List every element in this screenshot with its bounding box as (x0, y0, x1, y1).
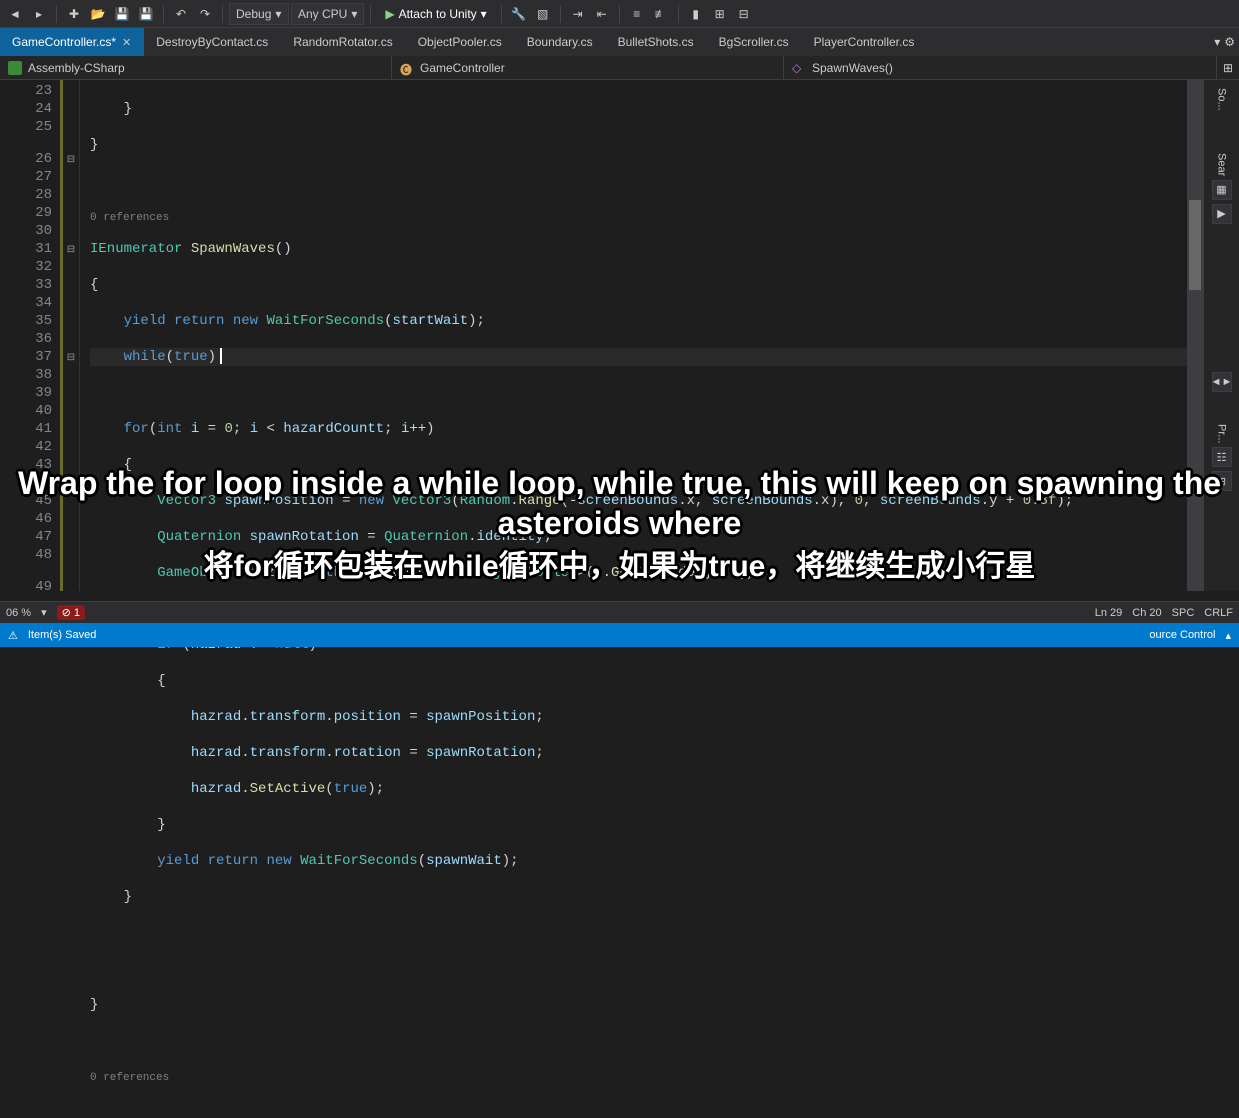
fold-icon[interactable]: ⊟ (63, 348, 79, 366)
bookmark-icon[interactable]: ▮ (685, 3, 707, 25)
method-icon: ◇ (792, 61, 806, 75)
uncomment-icon[interactable]: ≢ (650, 3, 672, 25)
navigation-bar: Assembly-CSharp 🅒 GameController ◇ Spawn… (0, 56, 1239, 80)
config-dropdown[interactable]: Debug ▾ (229, 3, 289, 25)
scrollbar-thumb[interactable] (1189, 200, 1201, 290)
new-file-icon[interactable]: ✚ (63, 3, 85, 25)
tab-label: BgScroller.cs (719, 35, 789, 49)
tab-label: DestroyByContact.cs (156, 35, 268, 49)
tab-label: Boundary.cs (527, 35, 593, 49)
save-all-icon[interactable]: 💾 (135, 3, 157, 25)
error-icon: ⊘ (62, 606, 71, 619)
line-ending: CRLF (1204, 607, 1233, 619)
zoom-dropdown-icon[interactable]: ▾ (41, 606, 47, 619)
line-gutter: 232425 2627282930 3132333435 3637383940 … (0, 80, 60, 591)
play-icon: ▶ (385, 7, 394, 21)
step-icon[interactable]: ⇤ (591, 3, 613, 25)
rail-icon[interactable]: ▶ (1212, 204, 1232, 224)
cursor-char: Ch 20 (1132, 607, 1161, 619)
csharp-icon (8, 61, 22, 75)
nav-class-label: GameController (420, 61, 505, 75)
chevron-up-icon[interactable]: ▴ (1225, 629, 1231, 642)
config-label: Debug (236, 7, 271, 21)
nav-back-icon[interactable]: ◄ (4, 3, 26, 25)
text-cursor (220, 348, 222, 364)
tab-label: BulletShots.cs (618, 35, 694, 49)
editor: 232425 2627282930 3132333435 3637383940 … (0, 80, 1239, 591)
platform-dropdown[interactable]: Any CPU ▾ (291, 3, 364, 25)
rail-icon[interactable]: ◄► (1212, 372, 1232, 392)
main-toolbar: ◄ ▸ ✚ 📂 💾 💾 ↶ ↷ Debug ▾ Any CPU ▾ ▶ Atta… (0, 0, 1239, 28)
info-bar: ⚠ Item(s) Saved ource Control ▴ (0, 623, 1239, 647)
nav-project[interactable]: Assembly-CSharp (0, 56, 392, 79)
tab-destroybycontact[interactable]: DestroyByContact.cs (144, 28, 281, 56)
tool-icon[interactable]: 🔧 (508, 3, 530, 25)
open-icon[interactable]: 📂 (87, 3, 109, 25)
tab-label: PlayerController.cs (814, 35, 915, 49)
tool-icon[interactable]: ⊟ (733, 3, 755, 25)
nav-project-label: Assembly-CSharp (28, 61, 125, 75)
status-bar: 06 % ▾ ⊘ 1 Ln 29 Ch 20 SPC CRLF (0, 601, 1239, 623)
warning-icon: ⚠ (8, 629, 18, 642)
code-view[interactable]: } } 0 references IEnumerator SpawnWaves(… (80, 80, 1187, 591)
nav-class[interactable]: 🅒 GameController (392, 56, 784, 79)
saved-status: Item(s) Saved (28, 629, 96, 641)
right-tool-rail: So... Sear ▦ ▶ ◄► Pr... ☷ ⊞ (1203, 80, 1239, 591)
comment-icon[interactable]: ≡ (626, 3, 648, 25)
rail-icon[interactable]: ▦ (1212, 180, 1232, 200)
fold-icon[interactable]: ⊟ (63, 150, 79, 168)
vertical-scrollbar[interactable] (1187, 80, 1203, 591)
undo-icon[interactable]: ↶ (170, 3, 192, 25)
chevron-down-icon: ▾ (275, 7, 281, 21)
source-control[interactable]: ource Control (1149, 629, 1215, 641)
tool-icon[interactable]: ▧ (532, 3, 554, 25)
codelens-references[interactable]: 0 references (90, 212, 169, 224)
indent-mode: SPC (1172, 607, 1195, 619)
platform-label: Any CPU (298, 7, 347, 21)
chevron-down-icon: ▾ (351, 7, 357, 21)
fold-icon[interactable]: ⊟ (63, 240, 79, 258)
tool-icon[interactable]: ⊞ (709, 3, 731, 25)
fold-column: ⊟ ⊟ ⊟ (60, 80, 80, 591)
tab-label: RandomRotator.cs (293, 35, 392, 49)
tab-bulletshots[interactable]: BulletShots.cs (606, 28, 707, 56)
tab-gamecontroller[interactable]: GameController.cs* ✕ (0, 28, 144, 56)
document-tabs: GameController.cs* ✕ DestroyByContact.cs… (0, 28, 1239, 56)
chevron-down-icon[interactable]: ▾ (1214, 35, 1220, 49)
error-count[interactable]: ⊘ 1 (57, 605, 85, 620)
rail-icon[interactable]: ☷ (1212, 447, 1232, 467)
nav-member-label: SpawnWaves() (812, 61, 893, 75)
step-icon[interactable]: ⇥ (567, 3, 589, 25)
split-icon[interactable]: ⊞ (1217, 56, 1239, 79)
nav-member[interactable]: ◇ SpawnWaves() (784, 56, 1217, 79)
rail-label[interactable]: Sear (1216, 153, 1228, 176)
tab-objectpooler[interactable]: ObjectPooler.cs (406, 28, 515, 56)
rail-icon[interactable]: ⊞ (1212, 471, 1232, 491)
rail-label[interactable]: So... (1216, 88, 1228, 111)
tab-bgscroller[interactable]: BgScroller.cs (707, 28, 802, 56)
cursor-position: Ln 29 (1095, 607, 1123, 619)
tab-playercontroller[interactable]: PlayerController.cs (802, 28, 928, 56)
chevron-down-icon: ▾ (481, 7, 487, 21)
nav-fwd-icon[interactable]: ▸ (28, 3, 50, 25)
close-icon[interactable]: ✕ (122, 36, 131, 49)
gear-icon[interactable]: ⚙ (1224, 35, 1235, 49)
tab-randomrotator[interactable]: RandomRotator.cs (281, 28, 405, 56)
rail-label[interactable]: Pr... (1216, 424, 1228, 444)
class-icon: 🅒 (400, 61, 414, 75)
run-label: Attach to Unity (399, 7, 477, 21)
redo-icon[interactable]: ↷ (194, 3, 216, 25)
run-button[interactable]: ▶ Attach to Unity ▾ (377, 3, 494, 25)
tab-label: GameController.cs* (12, 35, 116, 49)
save-icon[interactable]: 💾 (111, 3, 133, 25)
tab-label: ObjectPooler.cs (418, 35, 502, 49)
tab-boundary[interactable]: Boundary.cs (515, 28, 606, 56)
codelens-references[interactable]: 0 references (90, 1072, 169, 1084)
zoom-level[interactable]: 06 % (6, 607, 31, 619)
